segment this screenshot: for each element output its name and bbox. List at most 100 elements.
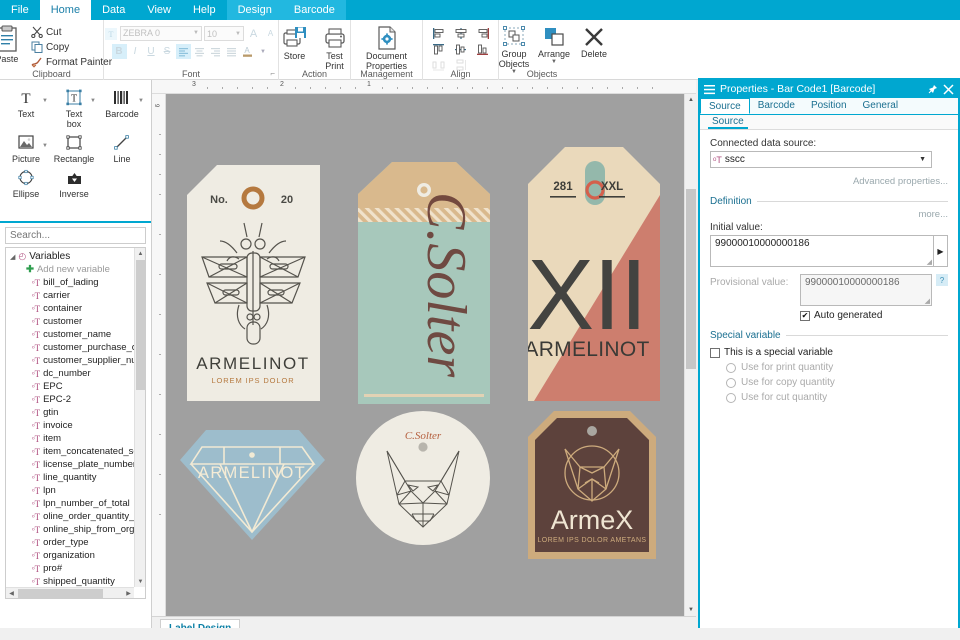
scroll-left-icon[interactable]: ◀: [6, 588, 17, 599]
font-color-dropdown[interactable]: ▼: [256, 44, 271, 59]
tool-textbox[interactable]: T ▼ Text box: [50, 86, 98, 131]
align-left-button[interactable]: [176, 44, 191, 59]
scroll-up-icon[interactable]: ▲: [135, 248, 146, 259]
resize-grip-icon[interactable]: ◢: [927, 258, 932, 266]
ribbon-tab-help[interactable]: Help: [182, 0, 227, 20]
chevron-down-icon[interactable]: ▼: [42, 98, 48, 104]
search-input[interactable]: [5, 227, 146, 244]
bold-button[interactable]: B: [112, 44, 127, 59]
font-source-icon[interactable]: T: [104, 27, 118, 41]
special-variable-row[interactable]: This is a special variable: [710, 347, 948, 358]
variable-item[interactable]: ᵒTlpn_number_of_total: [8, 497, 145, 510]
variables-vertical-scrollbar[interactable]: ▲ ▼: [134, 248, 145, 587]
properties-tab-barcode[interactable]: Barcode: [750, 98, 803, 114]
font-name-combo[interactable]: ZEBRA 0 ▼: [120, 26, 202, 41]
auto-generated-checkbox[interactable]: ✔: [800, 311, 810, 321]
italic-button[interactable]: I: [128, 44, 143, 59]
variable-item[interactable]: ᵒTcontainer: [8, 302, 145, 315]
label-fox-circle-tag[interactable]: C.Solter: [356, 411, 490, 545]
canvas-vertical-scrollbar[interactable]: ▲ ▼: [684, 94, 696, 616]
variable-item[interactable]: ᵒTcustomer_purchase_order: [8, 341, 145, 354]
variable-item[interactable]: ᵒTlpn: [8, 484, 145, 497]
variable-item[interactable]: ᵒTbill_of_lading: [8, 276, 145, 289]
chevron-down-icon[interactable]: ▼: [42, 143, 48, 149]
tool-picture[interactable]: ▼ Picture: [2, 131, 50, 166]
label-diamond-tag[interactable]: ARMELINOT: [180, 420, 325, 545]
tool-text[interactable]: T ▼ Text: [2, 86, 50, 131]
expander-icon[interactable]: ◢: [10, 253, 15, 261]
variable-item[interactable]: ᵒTcustomer_name: [8, 328, 145, 341]
use-for-print-quantity-row[interactable]: Use for print quantity: [710, 362, 948, 373]
scroll-up-icon[interactable]: ▲: [685, 94, 697, 106]
scrollbar-thumb[interactable]: [686, 189, 696, 369]
variable-item[interactable]: ᵒToline_order_quantity_uom: [8, 510, 145, 523]
ribbon-tab-data[interactable]: Data: [91, 0, 136, 20]
chevron-down-icon[interactable]: ▼: [90, 98, 96, 104]
variable-item[interactable]: ᵒTinvoice: [8, 419, 145, 432]
variables-horizontal-scrollbar[interactable]: ◀ ▶: [6, 587, 134, 598]
underline-button[interactable]: U: [144, 44, 159, 59]
variable-item[interactable]: ᵒTcarrier: [8, 289, 145, 302]
ribbon-tab-view[interactable]: View: [136, 0, 182, 20]
scrollbar-thumb[interactable]: [18, 589, 103, 598]
font-color-button[interactable]: A: [240, 44, 255, 59]
strikethrough-button[interactable]: S: [160, 44, 175, 59]
label-armex-tag[interactable]: ArmeX LOREM IPS DOLOR AMETANS: [528, 411, 656, 559]
scroll-right-icon[interactable]: ▶: [123, 588, 134, 599]
connected-data-source-combo[interactable]: ᵒT sscc ▼: [710, 151, 932, 168]
design-canvas[interactable]: No. 20: [166, 94, 684, 616]
align-objects-top-button[interactable]: [428, 41, 450, 57]
delete-button[interactable]: Delete: [575, 24, 613, 61]
advanced-properties-link[interactable]: Advanced properties...: [853, 176, 948, 187]
document-properties-button[interactable]: Document Properties: [356, 24, 418, 73]
more-link[interactable]: more...: [710, 209, 948, 220]
align-objects-bottom-button[interactable]: [472, 41, 494, 57]
align-objects-middle-button[interactable]: [450, 41, 472, 57]
align-objects-left-button[interactable]: [428, 25, 450, 41]
variable-item[interactable]: ᵒTdc_number: [8, 367, 145, 380]
chevron-down-icon[interactable]: ▼: [919, 156, 929, 163]
ribbon-tab-home[interactable]: Home: [40, 0, 91, 20]
help-icon[interactable]: ?: [936, 274, 948, 286]
variable-item[interactable]: ᵒTitem: [8, 432, 145, 445]
variable-item[interactable]: ᵒTgtin: [8, 406, 145, 419]
auto-generated-row[interactable]: ✔ Auto generated: [710, 310, 948, 321]
chevron-down-icon[interactable]: ▼: [138, 98, 144, 104]
variable-item[interactable]: ᵒTcustomer: [8, 315, 145, 328]
variable-item[interactable]: ᵒTonline_ship_from_organiza: [8, 523, 145, 536]
variable-item[interactable]: ᵒTcustomer_supplier_numbe: [8, 354, 145, 367]
tool-line[interactable]: Line: [98, 131, 146, 166]
arrange-button[interactable]: Arrange ▼: [535, 24, 573, 67]
use-for-print-quantity-radio[interactable]: [726, 363, 736, 373]
properties-tab-source[interactable]: Source: [700, 98, 750, 114]
initial-value-input[interactable]: 99000010000000186 ◢: [710, 235, 934, 267]
variable-item[interactable]: ᵒTline_quantity: [8, 471, 145, 484]
label-xii-tag[interactable]: 281 XXL XII ARMELINOT: [528, 147, 660, 401]
use-for-copy-quantity-row[interactable]: Use for copy quantity: [710, 377, 948, 388]
font-dialog-launcher[interactable]: ⌐: [270, 69, 275, 78]
paste-button[interactable]: Paste: [0, 23, 26, 66]
add-new-variable[interactable]: ✚ Add new variable: [8, 263, 145, 276]
initial-value-expand-button[interactable]: ▶: [934, 235, 948, 267]
properties-tab-general[interactable]: General: [855, 98, 907, 114]
cut-button[interactable]: Cut: [28, 25, 115, 39]
use-for-copy-quantity-radio[interactable]: [726, 378, 736, 388]
align-objects-center-h-button[interactable]: [450, 25, 472, 41]
use-for-cut-quantity-row[interactable]: Use for cut quantity: [710, 392, 948, 403]
scrollbar-thumb[interactable]: [136, 260, 145, 390]
menu-icon[interactable]: [704, 84, 715, 95]
variables-root[interactable]: ◢ ◴ Variables: [8, 250, 145, 263]
align-objects-right-button[interactable]: [472, 25, 494, 41]
test-print-button[interactable]: Test Print: [316, 24, 354, 73]
ribbon-tab-design[interactable]: Design: [227, 0, 283, 20]
tool-rectangle[interactable]: Rectangle: [50, 131, 98, 166]
copy-button[interactable]: Copy: [28, 40, 115, 54]
variable-item[interactable]: ᵒTitem_concatenated_segme: [8, 445, 145, 458]
use-for-cut-quantity-radio[interactable]: [726, 393, 736, 403]
properties-subtab-source[interactable]: Source: [708, 115, 748, 129]
close-icon[interactable]: [943, 84, 954, 95]
tool-inverse[interactable]: Inverse: [50, 166, 98, 201]
align-right-button[interactable]: [208, 44, 223, 59]
grow-font-button[interactable]: A: [246, 26, 261, 41]
ribbon-tab-barcode[interactable]: Barcode: [283, 0, 346, 20]
